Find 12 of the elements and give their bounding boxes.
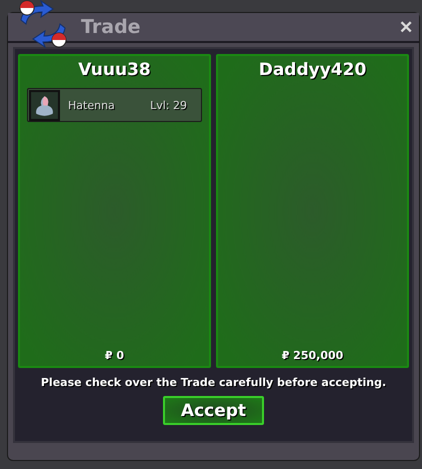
player-name: Daddyy420 <box>258 60 366 80</box>
player-name: Vuuu38 <box>78 60 151 80</box>
notice-text: Please check over the Trade carefully before accepting. <box>40 376 386 389</box>
close-button[interactable]: ✕ <box>399 16 413 38</box>
money-amount: ₽ 250,000 <box>282 349 344 362</box>
window-title: Trade <box>81 16 141 38</box>
pokemon-icon <box>29 90 60 120</box>
pokemon-slot[interactable]: Hatenna Lvl: 29 <box>27 88 202 122</box>
money-amount: ₽ 0 <box>104 349 124 362</box>
pokemon-level: Lvl: 29 <box>150 98 187 112</box>
accept-button[interactable]: Accept <box>163 396 264 425</box>
pokemon-name: Hatenna <box>68 98 116 112</box>
